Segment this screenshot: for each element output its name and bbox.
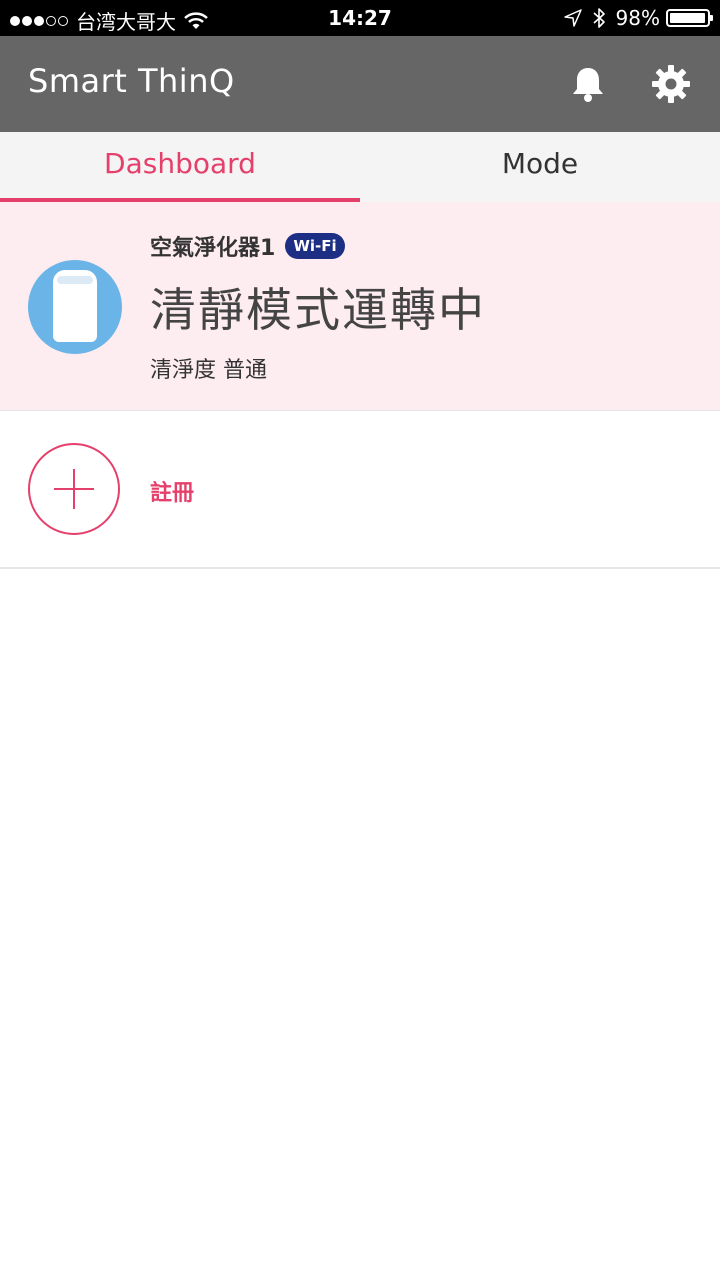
tab-mode[interactable]: Mode (360, 132, 720, 202)
register-row[interactable]: 註冊 (0, 411, 720, 569)
battery-icon (666, 9, 713, 27)
bluetooth-icon (593, 8, 605, 28)
tab-dashboard[interactable]: Dashboard (0, 132, 360, 202)
device-cleanliness: 清淨度 普通 (150, 358, 267, 383)
battery-level (670, 13, 706, 23)
device-card[interactable]: 空氣淨化器1 Wi-Fi 清靜模式運轉中 清淨度 普通 (0, 202, 720, 411)
battery-percent: 98% (615, 6, 660, 30)
purifier-body (53, 270, 97, 342)
app-title: Smart ThinQ (28, 62, 235, 100)
location-arrow-icon (563, 9, 582, 27)
device-status: 清靜模式運轉中 (150, 283, 486, 337)
tab-bar: Dashboard Mode (0, 132, 720, 202)
device-name-row: 空氣淨化器1 Wi-Fi (150, 230, 345, 262)
status-right: 98% (563, 6, 713, 30)
status-bar: 台湾大哥大 14:27 98% (0, 0, 720, 36)
gear-icon[interactable] (651, 64, 691, 104)
purifier-top (57, 276, 93, 284)
plus-icon[interactable] (28, 443, 120, 535)
register-label[interactable]: 註冊 (150, 475, 194, 507)
app-bar: Smart ThinQ (0, 36, 720, 132)
air-purifier-icon (28, 260, 122, 354)
wifi-badge: Wi-Fi (285, 233, 345, 259)
device-name: 空氣淨化器1 (150, 236, 276, 261)
bell-icon[interactable] (568, 64, 608, 104)
